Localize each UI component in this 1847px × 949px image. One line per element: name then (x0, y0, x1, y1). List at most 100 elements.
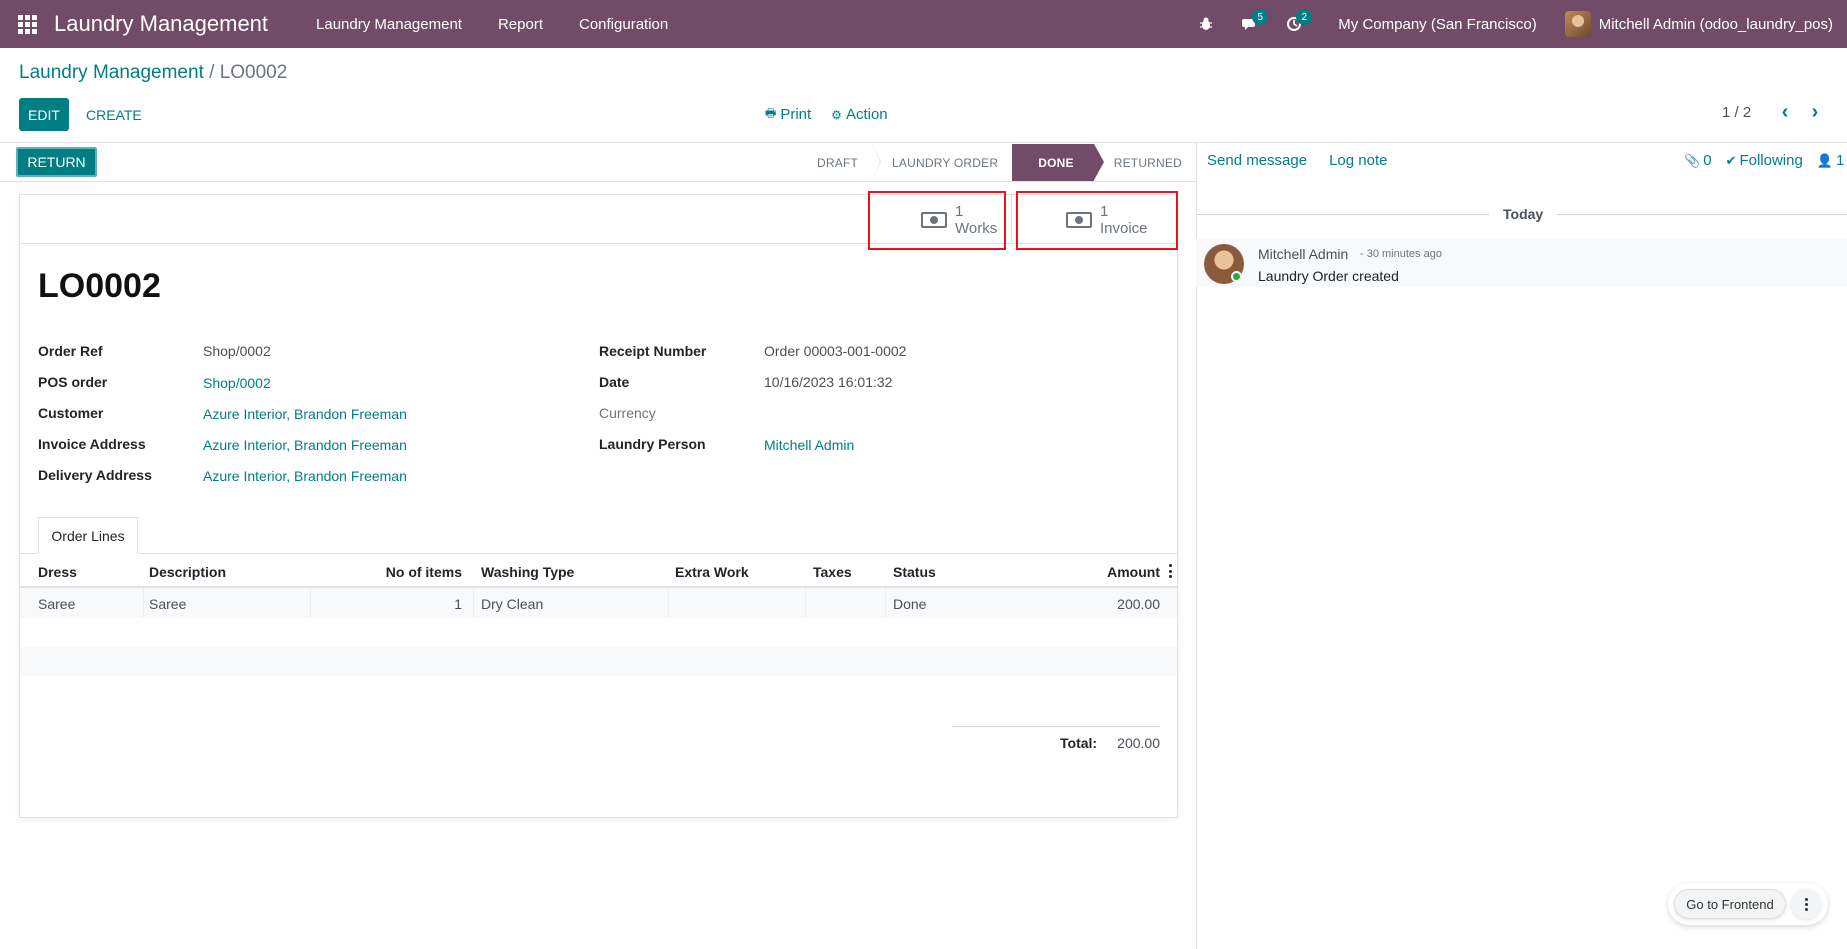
customer-label: Customer (38, 405, 104, 421)
col-no-of-items[interactable]: No of items (320, 564, 462, 580)
cell-items: 1 (454, 596, 462, 612)
tab-order-lines[interactable]: Order Lines (38, 517, 138, 554)
gear-icon: ⚙ (831, 107, 842, 122)
online-status-icon (1231, 271, 1242, 282)
customer-link[interactable]: Azure Interior, Brandon Freeman (203, 406, 407, 422)
app-brand[interactable]: Laundry Management (54, 11, 268, 37)
message-author[interactable]: Mitchell Admin (1258, 246, 1348, 262)
date-value: 10/16/2023 16:01:32 (764, 374, 893, 390)
menu-report[interactable]: Report (480, 16, 561, 33)
pager-next-chevron-right-icon[interactable]: › (1803, 100, 1827, 124)
col-status[interactable]: Status (893, 564, 936, 580)
date-label: Date (599, 374, 630, 390)
go-to-frontend-button[interactable]: Go to Frontend (1674, 889, 1786, 919)
empty-row (20, 618, 1177, 647)
user-icon: 👤 (1816, 152, 1833, 168)
action-dropdown[interactable]: ⚙ Action (831, 104, 887, 125)
messages-badge: 5 (1252, 9, 1269, 25)
menu-laundry-management[interactable]: Laundry Management (298, 16, 480, 33)
cell-divider (805, 588, 806, 618)
col-dress[interactable]: Dress (38, 564, 77, 580)
laundry-person-label: Laundry Person (599, 436, 706, 452)
navbar-right: 5 2 My Company (San Francisco) Mitchell … (1184, 0, 1847, 48)
cell-divider (473, 588, 474, 618)
cell-description: Saree (149, 596, 187, 612)
cell-dress: Saree (38, 596, 76, 612)
pos-order-link[interactable]: Shop/0002 (203, 375, 271, 391)
stage-laundry-order[interactable]: LAUNDRY ORDER (872, 144, 1012, 181)
activities-badge: 2 (1296, 9, 1313, 25)
followers-button[interactable]: 👤 1 (1817, 152, 1845, 169)
pager-previous-chevron-left-icon[interactable]: ‹ (1773, 100, 1797, 124)
log-note-button[interactable]: Log note (1329, 152, 1387, 169)
main-menu: Laundry Management Report Configuration (298, 16, 686, 33)
cell-divider (885, 588, 886, 618)
print-dropdown[interactable]: 🖶 Print (765, 104, 811, 125)
cell-washing-type: Dry Clean (481, 596, 544, 612)
paperclip-icon: 📎 (1684, 152, 1701, 168)
menu-configuration[interactable]: Configuration (561, 16, 686, 33)
user-avatar (1564, 11, 1591, 37)
company-switcher[interactable]: My Company (San Francisco) (1316, 16, 1564, 33)
form-sheet: 1 Works 1 Invoice LO0002 Order Ref Shop/… (19, 194, 1178, 818)
date-separator-label: Today (1503, 206, 1544, 222)
activities-clock-icon[interactable]: 2 (1272, 0, 1316, 48)
attachments-button[interactable]: 📎 0 (1684, 152, 1712, 169)
chatter-topbar: Send message Log note (1207, 152, 1409, 169)
laundry-person-link[interactable]: Mitchell Admin (764, 437, 854, 453)
order-lines-table-header: Dress Description No of items Washing Ty… (20, 555, 1177, 588)
stage-done[interactable]: DONE (1012, 144, 1105, 181)
table-row[interactable]: Saree Saree 1 Dry Clean Done 200.00 (20, 588, 1177, 618)
separator-line (1557, 214, 1847, 215)
check-icon: ✔ (1725, 152, 1737, 168)
breadcrumb-current: LO0002 (219, 62, 288, 83)
optional-columns-icon[interactable] (1169, 564, 1173, 578)
chatter-right-actions: 📎 0 ✔ Following 👤 1 (1670, 152, 1844, 169)
notebook-tabs: Order Lines (20, 517, 1177, 554)
user-name: Mitchell Admin (odoo_laundry_pos) (1598, 15, 1833, 33)
return-button[interactable]: RETURN (16, 147, 97, 177)
user-menu[interactable]: Mitchell Admin (odoo_laundry_pos) (1564, 11, 1847, 37)
debug-bug-icon[interactable] (1184, 0, 1228, 48)
col-amount[interactable]: Amount (1060, 564, 1160, 580)
cell-divider (143, 588, 144, 618)
create-button[interactable]: CREATE (82, 98, 146, 131)
stage-draft[interactable]: DRAFT (797, 144, 882, 181)
col-taxes[interactable]: Taxes (813, 564, 852, 580)
pager-value[interactable]: 1 / 2 (1722, 104, 1751, 121)
total-label: Total: (1060, 735, 1098, 751)
col-extra-work[interactable]: Extra Work (675, 564, 749, 580)
message-date: - 30 minutes ago (1360, 248, 1442, 260)
total-divider (952, 726, 1160, 727)
total-value: 200.00 (1117, 735, 1160, 751)
date-separator: Today (1196, 205, 1847, 223)
more-options-icon[interactable] (1791, 889, 1821, 919)
invoice-highlight-box (1016, 191, 1178, 250)
delivery-address-link[interactable]: Azure Interior, Brandon Freeman (203, 468, 407, 484)
col-washing-type[interactable]: Washing Type (481, 564, 574, 580)
edit-button[interactable]: EDIT (19, 98, 69, 131)
receipt-number-value: Order 00003-001-0002 (764, 343, 907, 359)
print-label: Print (780, 106, 812, 123)
action-label: Action (845, 106, 888, 123)
breadcrumb-parent[interactable]: Laundry Management (19, 62, 204, 83)
followers-count: 1 (1836, 152, 1845, 169)
cell-status: Done (893, 596, 927, 612)
attachments-count: 0 (1703, 152, 1712, 169)
order-ref-label: Order Ref (38, 343, 103, 359)
stage-returned[interactable]: RETURNED (1094, 144, 1196, 181)
breadcrumb-separator: / (209, 62, 215, 83)
following-button[interactable]: ✔ Following (1726, 152, 1803, 169)
order-ref-value: Shop/0002 (203, 343, 271, 359)
message-body: Laundry Order created (1258, 268, 1399, 284)
top-navbar: Laundry Management Laundry Management Re… (0, 0, 1847, 48)
send-message-button[interactable]: Send message (1207, 152, 1307, 169)
col-description[interactable]: Description (149, 564, 226, 580)
works-highlight-box (868, 191, 1006, 250)
invoice-address-link[interactable]: Azure Interior, Brandon Freeman (203, 437, 407, 453)
following-label: Following (1739, 152, 1803, 169)
messages-icon[interactable]: 5 (1228, 0, 1272, 48)
apps-menu-icon[interactable] (0, 0, 54, 48)
form-actions: 🖶 Print ⚙ Action (765, 104, 908, 125)
empty-row (20, 647, 1177, 676)
